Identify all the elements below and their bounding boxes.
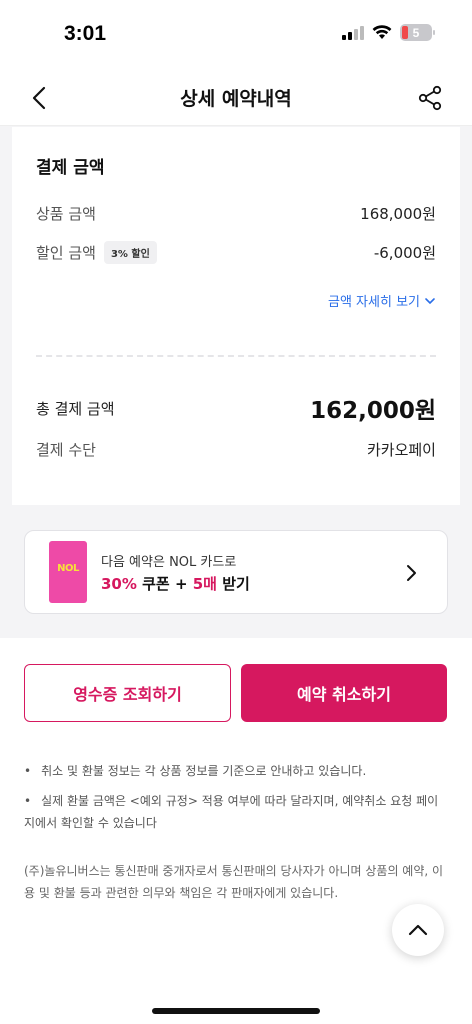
nol-card-promo-banner[interactable]: NOL 다음 예약은 NOL 카드로 30% 쿠폰 + 5매 받기	[24, 530, 448, 614]
notice-item: • 실제 환불 금액은 <예외 규정> 적용 여부에 따라 달라지며, 예약취소 …	[24, 790, 448, 834]
battery-icon: 5	[400, 24, 435, 41]
total-amount-row: 총 결제 금액 162,000원	[36, 391, 436, 425]
discount-label-group: 할인 금액 3% 할인	[36, 241, 157, 264]
payment-summary-card: 결제 금액 상품 금액 168,000원 할인 금액 3% 할인 -6,000원…	[12, 127, 460, 505]
divider	[36, 355, 436, 357]
product-amount-row: 상품 금액 168,000원	[36, 203, 436, 224]
cancel-reservation-button[interactable]: 예약 취소하기	[241, 664, 447, 722]
discount-amount-row: 할인 금액 3% 할인 -6,000원	[36, 241, 436, 264]
discount-amount-value: -6,000원	[373, 244, 436, 262]
view-receipt-button[interactable]: 영수증 조회하기	[24, 664, 231, 722]
share-icon	[418, 85, 442, 111]
payment-method-label: 결제 수단	[36, 441, 96, 459]
disclaimer: (주)놀유니버스는 통신판매 중개자로서 통신판매의 당사자가 아니며 상품의 …	[24, 864, 444, 900]
chevron-right-icon	[407, 565, 416, 581]
promo-receive-text: 받기	[217, 575, 250, 593]
discount-amount-label: 할인 금액	[36, 244, 96, 262]
notice-item: • 취소 및 환불 정보는 각 상품 정보를 기준으로 안내하고 있습니다.	[24, 760, 448, 782]
product-amount-value: 168,000원	[360, 205, 436, 223]
promo-discount-percent: 30%	[101, 575, 137, 593]
home-indicator	[152, 1008, 320, 1014]
amount-detail-link[interactable]: 금액 자세히 보기	[328, 291, 436, 310]
wifi-icon	[372, 25, 392, 39]
promo-subtitle: 다음 예약은 NOL 카드로	[101, 555, 237, 570]
promo-coupon-count: 5매	[192, 575, 217, 593]
total-amount-value: 162,000원	[310, 398, 436, 424]
payment-title: 결제 금액	[36, 158, 105, 178]
bullet-icon: •	[24, 764, 32, 778]
scroll-to-top-button[interactable]	[392, 904, 444, 956]
receipt-edge	[12, 496, 460, 505]
battery-level: 5	[412, 25, 420, 40]
page-title: 상세 예약내역	[180, 88, 292, 110]
notice-text: 취소 및 환불 정보는 각 상품 정보를 기준으로 안내하고 있습니다.	[41, 764, 367, 778]
chevron-up-icon	[408, 924, 428, 936]
amount-detail-label: 금액 자세히 보기	[328, 295, 420, 310]
share-button[interactable]	[416, 84, 444, 112]
status-bar: 3:01 5	[0, 0, 472, 70]
payment-method-value: 카카오페이	[366, 441, 436, 459]
nol-card-logo: NOL	[57, 563, 79, 574]
nol-card-image: NOL	[49, 541, 87, 603]
notice-text: 실제 환불 금액은 <예외 규정> 적용 여부에 따라 달라지며, 예약취소 요…	[24, 794, 439, 830]
bottom-section: 영수증 조회하기 예약 취소하기 • 취소 및 환불 정보는 각 상품 정보를 기…	[0, 638, 472, 1024]
payment-method-row: 결제 수단 카카오페이	[36, 439, 436, 460]
discount-badge: 3% 할인	[103, 241, 157, 264]
promo-title: 30% 쿠폰 + 5매 받기	[101, 573, 250, 594]
signal-icon	[342, 25, 364, 40]
status-time: 3:01	[64, 22, 107, 45]
top-navigation: 상세 예약내역	[0, 70, 472, 126]
chevron-down-icon	[425, 297, 435, 304]
status-icons: 5	[342, 24, 435, 41]
promo-coupon-text: 쿠폰 +	[136, 575, 193, 593]
bullet-icon: •	[24, 794, 32, 808]
product-amount-label: 상품 금액	[36, 205, 96, 223]
total-amount-label: 총 결제 금액	[36, 399, 115, 418]
